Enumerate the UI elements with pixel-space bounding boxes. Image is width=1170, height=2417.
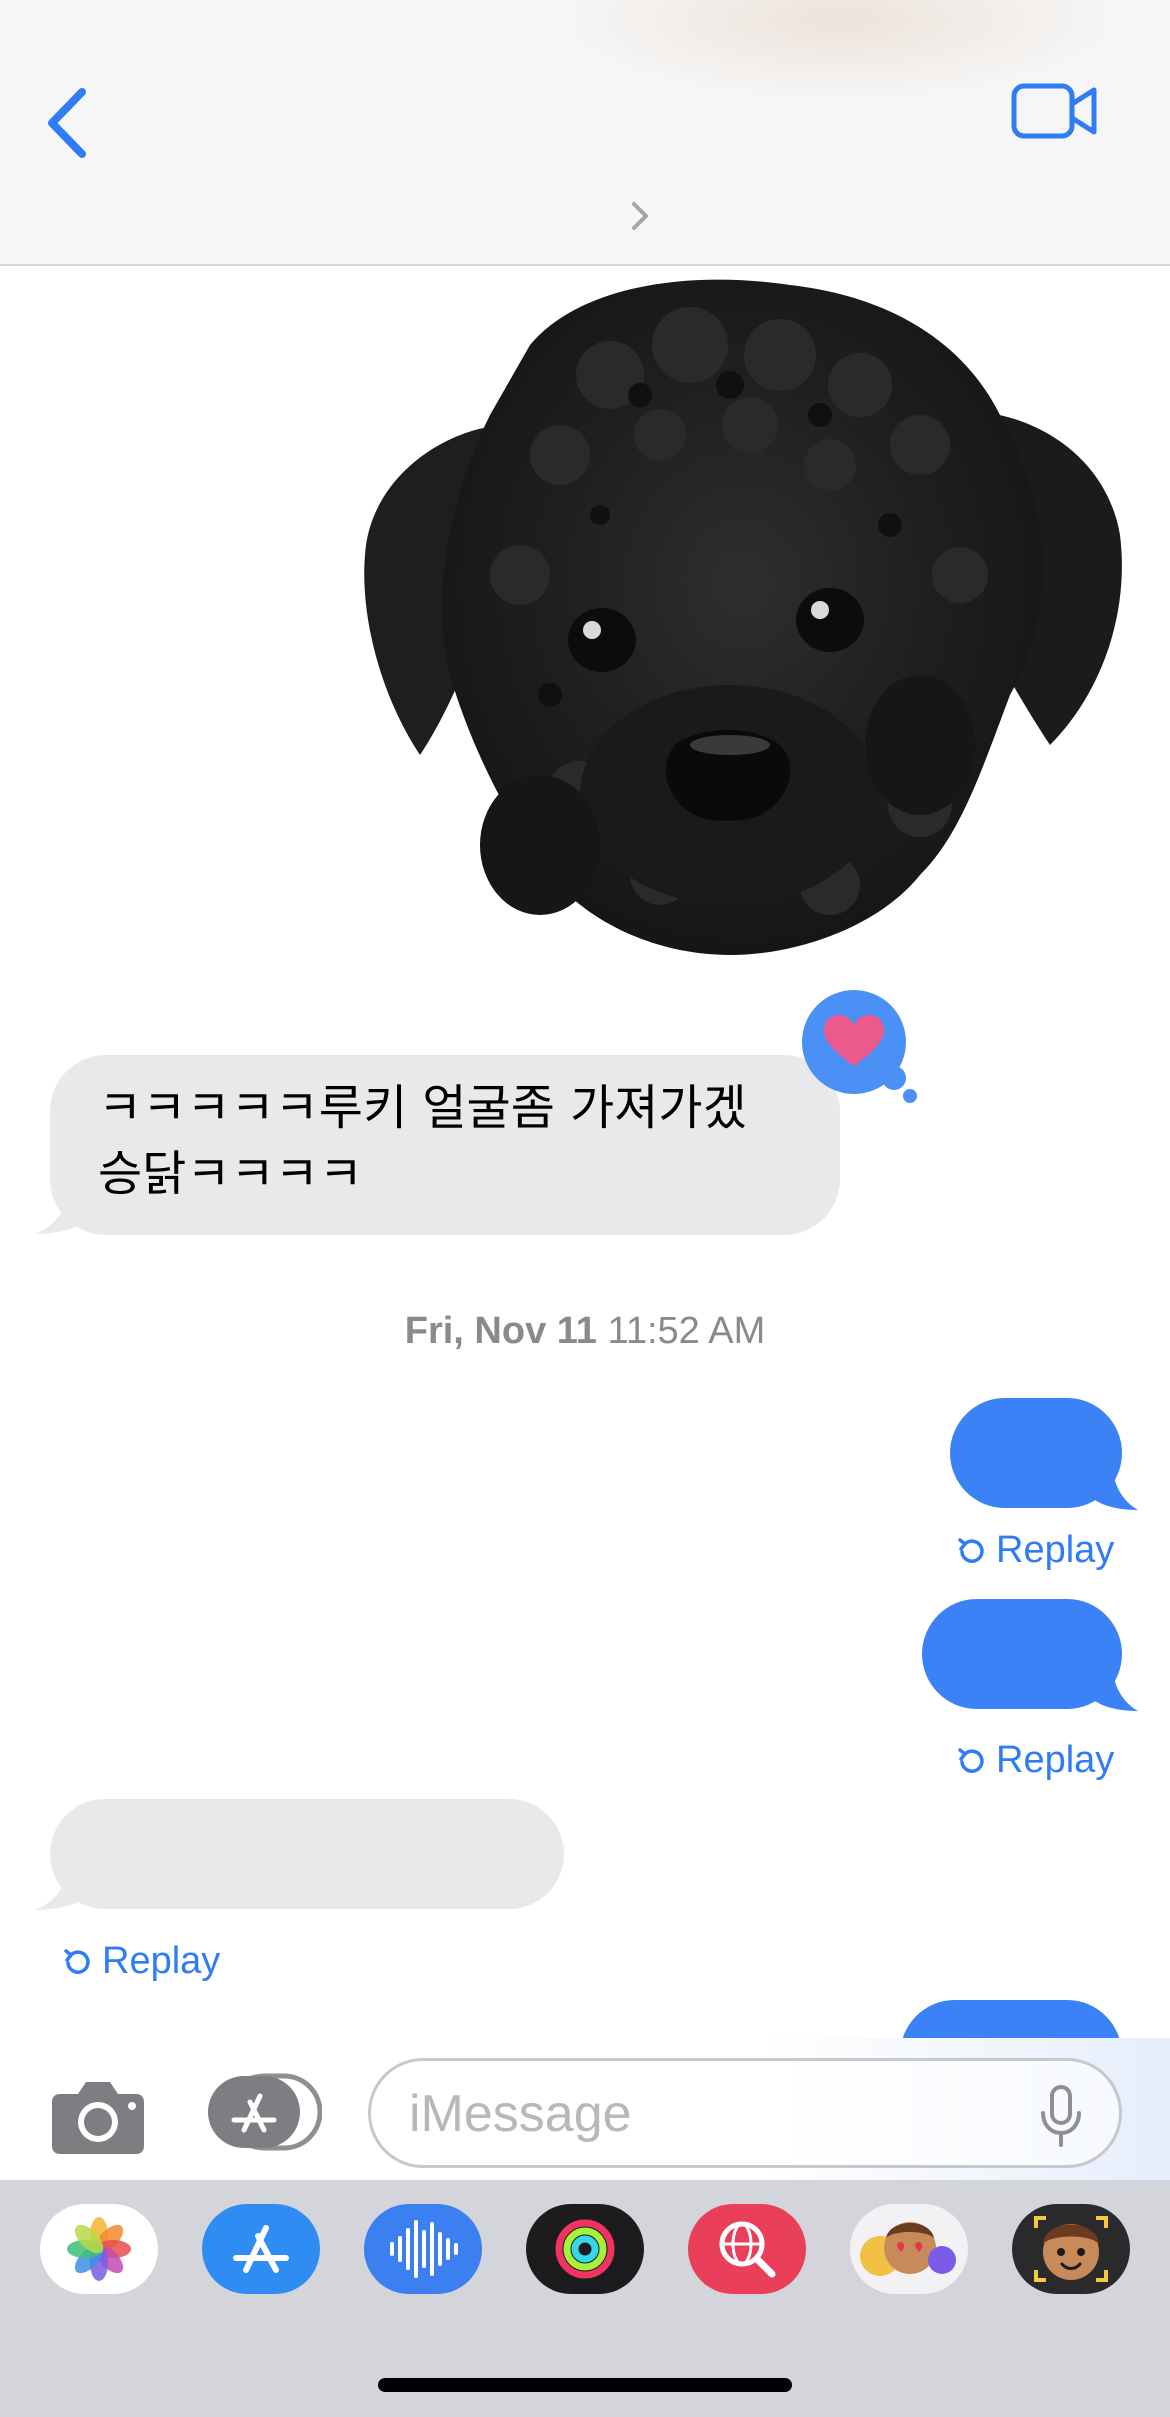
conversation-header	[0, 0, 1170, 266]
timestamp-time: 11:52 AM	[607, 1310, 766, 1352]
replay-button[interactable]: Replay	[956, 1735, 1114, 1785]
replay-button[interactable]: Replay	[956, 1525, 1114, 1575]
received-bubble-tail	[34, 1180, 90, 1234]
dog-sticker[interactable]	[360, 275, 1125, 965]
imessage-field[interactable]	[368, 2058, 1122, 2168]
contact-details-button[interactable]	[625, 198, 655, 234]
replay-icon	[64, 1949, 90, 1974]
app-store-app-button[interactable]	[202, 2204, 320, 2294]
activity-app-button[interactable]	[526, 2204, 644, 2294]
replay-label: Replay	[996, 1528, 1115, 1571]
video-camera-icon	[1011, 83, 1097, 139]
photos-icon	[67, 2217, 131, 2281]
home-indicator[interactable]	[378, 2378, 792, 2392]
sent-bubble-tail	[1090, 1661, 1138, 1711]
tapback-heart[interactable]	[802, 990, 922, 1110]
facetime-video-button[interactable]	[1010, 78, 1100, 144]
camera-button[interactable]	[50, 2078, 146, 2154]
image-search-app-button[interactable]	[688, 2204, 806, 2294]
globe-search-icon	[719, 2221, 776, 2278]
animoji-app-button[interactable]	[850, 2204, 968, 2294]
replay-button[interactable]: Replay	[62, 1936, 220, 1986]
photos-app-button[interactable]	[40, 2204, 158, 2294]
app-store-icon	[233, 2225, 289, 2273]
received-audio-message[interactable]	[50, 1799, 564, 1909]
animoji-faces-icon	[860, 2222, 956, 2276]
imessage-input[interactable]	[409, 2075, 1009, 2153]
apps-button[interactable]	[206, 2072, 323, 2152]
replay-label: Replay	[102, 1939, 221, 1982]
message-input-bar	[0, 2038, 1170, 2180]
back-button[interactable]	[38, 78, 108, 168]
audio-waveform-icon	[390, 2220, 458, 2278]
timestamp-day: Fri, Nov 11	[404, 1310, 597, 1352]
chevron-left-icon	[48, 88, 86, 158]
microphone-icon	[1041, 2085, 1081, 2147]
received-message-text: ㅋㅋㅋㅋㅋ루키 얼굴좀 가져가겠 승닭ㅋㅋㅋㅋ	[98, 1080, 747, 1202]
memoji-icon	[1034, 2216, 1108, 2282]
sent-bubble-tail	[1090, 1460, 1138, 1510]
conversation-timestamp: Fri, Nov 11 11:52 AM	[0, 1310, 1170, 1353]
microphone-button[interactable]	[1037, 2085, 1085, 2149]
received-message-bubble[interactable]: ㅋㅋㅋㅋㅋ루키 얼굴좀 가져가겠 승닭ㅋㅋㅋㅋ	[50, 1055, 840, 1235]
camera-icon	[52, 2082, 144, 2154]
chevron-right-icon	[632, 202, 648, 230]
activity-rings-icon	[555, 2219, 615, 2279]
app-store-icon	[208, 2073, 323, 2151]
replay-icon	[958, 1748, 984, 1773]
memoji-app-button[interactable]	[1012, 2204, 1130, 2294]
received-bubble-tail	[34, 1856, 90, 1910]
audio-message-app-button[interactable]	[364, 2204, 482, 2294]
replay-icon	[958, 1538, 984, 1563]
replay-label: Replay	[996, 1738, 1115, 1781]
